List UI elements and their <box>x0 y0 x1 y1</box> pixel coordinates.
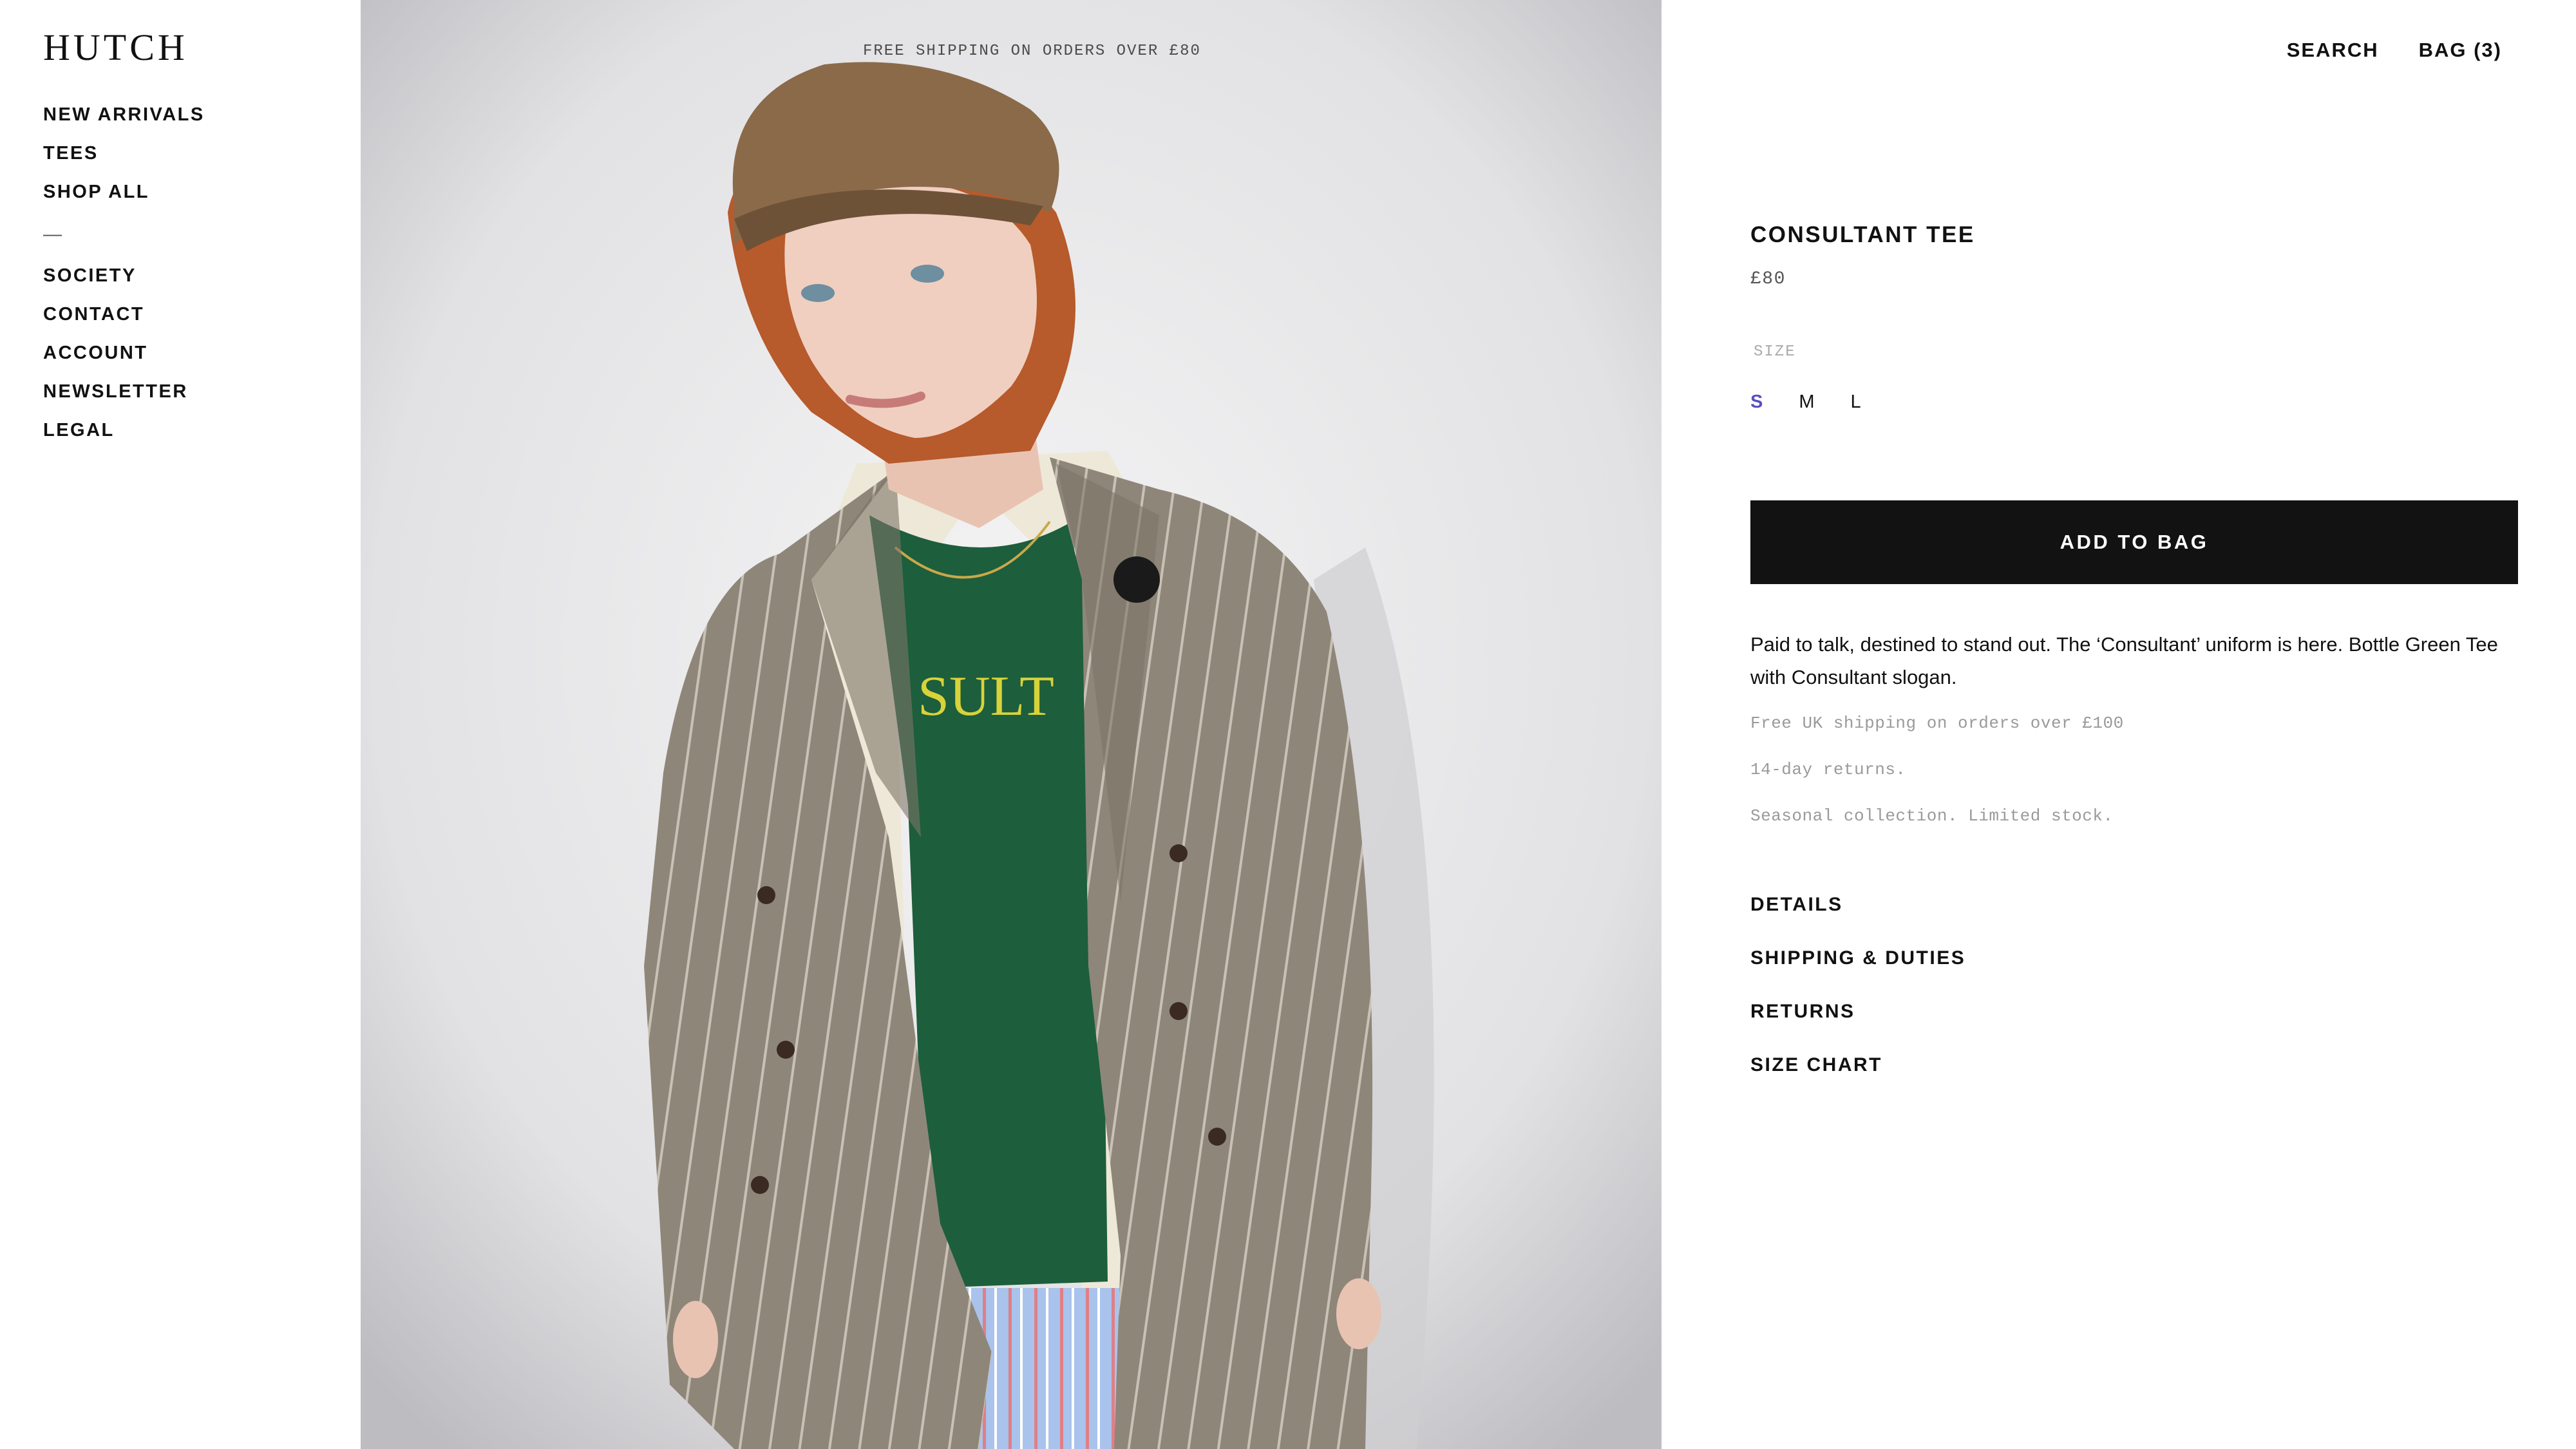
stock-note: Seasonal collection. Limited stock. <box>1750 806 2114 826</box>
sidebar: HUTCH NEW ARRIVALS TEES SHOP ALL — SOCIE… <box>0 0 361 1449</box>
product-price: £80 <box>1750 269 1786 289</box>
accordion-details[interactable]: DETAILS <box>1750 894 1965 947</box>
info-accordion: DETAILS SHIPPING & DUTIES RETURNS SIZE C… <box>1750 894 1965 1108</box>
nav-account[interactable]: ACCOUNT <box>43 343 205 382</box>
nav-newsletter[interactable]: NEWSLETTER <box>43 382 205 421</box>
product-description: Paid to talk, destined to stand out. The… <box>1750 633 2498 688</box>
brand-logo[interactable]: HUTCH <box>43 26 188 69</box>
search-link[interactable]: SEARCH <box>2287 39 2379 62</box>
accordion-size-chart[interactable]: SIZE CHART <box>1750 1054 1965 1108</box>
header-links: SEARCH BAG (3) <box>2287 39 2502 62</box>
nav-contact[interactable]: CONTACT <box>43 305 205 343</box>
tee-print: SULT <box>918 665 1054 728</box>
nav-legal[interactable]: LEGAL <box>43 421 205 459</box>
promo-text: FREE SHIPPING ON ORDERS OVER £80 <box>863 43 1201 60</box>
product-notes: Free UK shipping on orders over £100 14-… <box>1750 714 2124 853</box>
size-selector: S M L <box>1750 392 1861 413</box>
nav-separator: — <box>43 224 64 245</box>
size-option-l[interactable]: L <box>1851 392 1861 413</box>
product-title: CONSULTANT TEE <box>1750 222 1975 247</box>
accordion-shipping-duties[interactable]: SHIPPING & DUTIES <box>1750 947 1965 1001</box>
product-page: HUTCH NEW ARRIVALS TEES SHOP ALL — SOCIE… <box>0 0 2576 1449</box>
add-to-bag-button[interactable]: ADD TO BAG <box>1750 500 2518 584</box>
size-option-m[interactable]: M <box>1799 392 1814 413</box>
bag-link[interactable]: BAG (3) <box>2419 39 2502 62</box>
shipping-note: Free UK shipping on orders over £100 <box>1750 714 2124 733</box>
nav-tees[interactable]: TEES <box>43 144 205 182</box>
size-label: SIZE <box>1754 343 1796 361</box>
size-option-s[interactable]: S <box>1750 392 1763 413</box>
accordion-returns[interactable]: RETURNS <box>1750 1001 1965 1054</box>
nav-shop-all[interactable]: SHOP ALL <box>43 182 205 221</box>
nav-new-arrivals[interactable]: NEW ARRIVALS <box>43 105 205 144</box>
model-photo: SULT <box>361 0 1662 1449</box>
returns-note: 14-day returns. <box>1750 760 1906 779</box>
nav-society[interactable]: SOCIETY <box>43 266 205 305</box>
product-image[interactable]: SULT FREE SHIPPING ON ORDERS OVER £80 <box>361 0 1662 1449</box>
sidebar-nav: NEW ARRIVALS TEES SHOP ALL — SOCIETY CON… <box>43 105 205 459</box>
promo-banner: FREE SHIPPING ON ORDERS OVER £80 <box>863 43 1662 60</box>
